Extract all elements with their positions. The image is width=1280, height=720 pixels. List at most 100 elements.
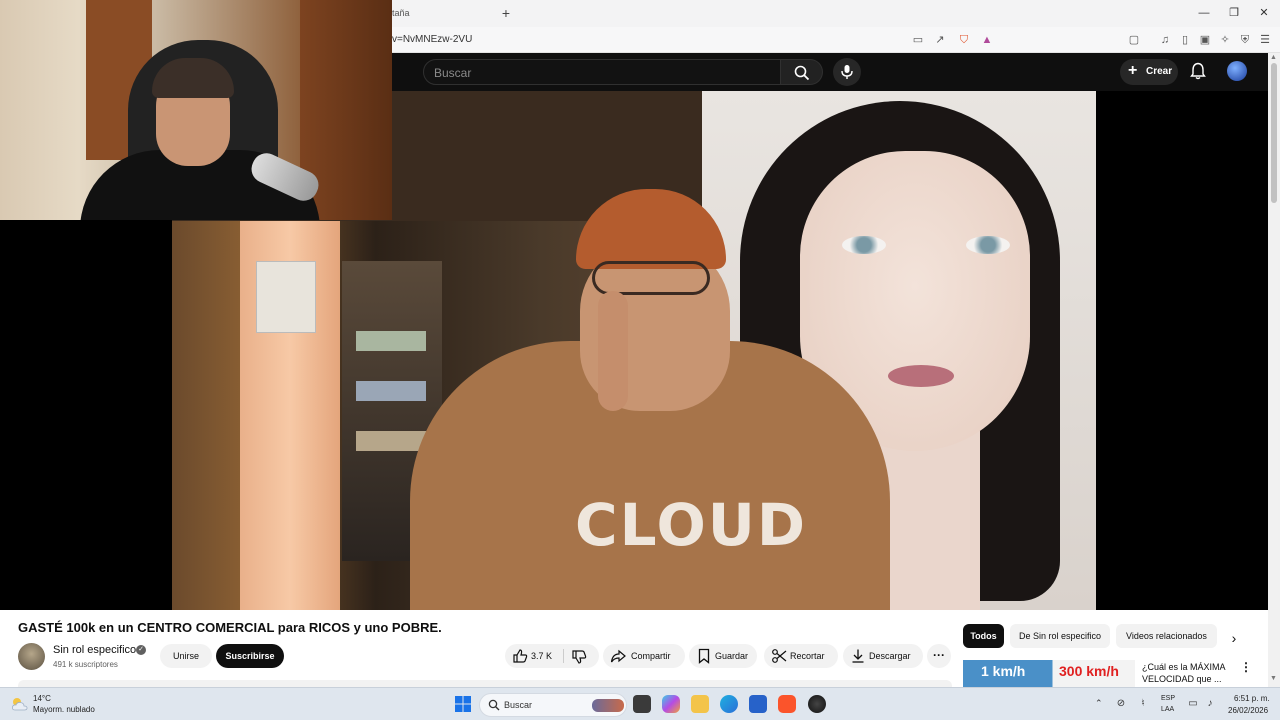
bookmark-icon [698,648,710,664]
search-icon [794,65,810,81]
voice-search-button[interactable] [833,58,861,86]
download-button[interactable]: Descargar [843,644,923,668]
url-field[interactable]: v=NvMNEzw-2VU [392,34,472,45]
microphone-tray-icon[interactable]: ♮ [1136,697,1150,711]
shop-shelf [356,431,426,451]
scrollbar-thumb[interactable] [1271,63,1277,203]
copilot-icon[interactable] [662,695,680,713]
obs-studio-icon[interactable] [808,695,826,713]
notifications-button[interactable] [1187,60,1209,84]
like-divider [563,649,564,663]
share-button[interactable]: Compartir [603,644,685,668]
clock-time[interactable]: 6:51 p. m. [1234,694,1270,703]
thumbs-down-icon[interactable] [571,649,587,665]
brave-shield-icon[interactable]: ⛉ [956,32,972,48]
person-glasses [592,261,710,295]
cast-icon[interactable]: ▭ [910,32,926,48]
scissors-icon [772,649,787,663]
taskbar-search-label: Buscar [504,700,533,710]
poster-eye [966,236,1010,254]
leo-ai-icon[interactable]: ✧ [1217,32,1233,48]
join-button[interactable]: Unirse [160,644,212,668]
display-icon[interactable]: ▭ [1186,697,1200,711]
plus-icon: + [1128,62,1138,79]
save-label: Guardar [715,651,749,661]
subscribe-button[interactable]: Suscribirse [216,644,284,668]
vpn-icon[interactable]: ⛨ [1237,32,1253,48]
channel-avatar[interactable] [18,643,45,670]
chip-from-channel[interactable]: De Sin rol especifico [1010,624,1110,648]
chip-related-videos[interactable]: Videos relacionados [1116,624,1217,648]
scroll-up-arrow-icon[interactable]: ▲ [1270,54,1277,61]
channel-name[interactable]: Sin rol especifico [53,644,136,656]
like-count[interactable]: 3.7 K [531,651,552,661]
taskbar-search[interactable]: Buscar [479,693,627,717]
person-finger [598,291,628,411]
kebab-menu-icon[interactable]: ⋮ [1240,660,1252,676]
file-explorer-icon[interactable] [691,695,709,713]
more-dots-icon: ··· [933,648,945,662]
thumbs-up-icon[interactable] [512,648,528,664]
hoodie-logo-text: CLOUD [575,491,808,559]
security-sign [256,261,316,333]
poster-eye [842,236,886,254]
scroll-down-arrow-icon[interactable]: ▼ [1270,675,1277,682]
browser-tab-title[interactable]: taña [392,8,410,18]
weather-description[interactable]: Mayorm. nublado [33,705,95,714]
keyboard-layout[interactable]: LAA [1161,706,1174,713]
video-info-section: GASTÉ 100k en un CENTRO COMERCIAL para R… [0,610,1268,687]
webcam-overlay [0,0,392,220]
edge-browser-icon[interactable] [720,695,738,713]
new-tab-button[interactable]: + [498,4,514,22]
minimize-button[interactable]: — [1189,4,1219,22]
windows-start-icon[interactable] [455,696,471,712]
microsoft-store-icon[interactable] [749,695,767,713]
sidebar-icon[interactable]: ▯ [1177,32,1193,48]
brave-rewards-icon[interactable]: ▲ [979,32,995,48]
description-box[interactable] [18,680,952,687]
weather-temperature[interactable]: 14°C [33,694,51,703]
restore-button[interactable]: ❐ [1219,4,1249,22]
verified-icon: ✓ [136,645,146,655]
video-title: GASTÉ 100k en un CENTRO COMERCIAL para R… [18,620,442,635]
clock-date[interactable]: 26/02/2026 [1228,706,1268,715]
microphone-icon [841,65,853,79]
more-actions-button[interactable]: ··· [927,644,951,668]
download-label: Descargar [869,651,911,661]
create-label: Crear [1146,66,1173,77]
shop-shelf [356,331,426,351]
task-view-icon[interactable] [633,695,651,713]
share-icon [610,649,626,663]
windows-taskbar: 14°C Mayorm. nublado Buscar ⌃ ⊘ ♮ ESP LA… [0,687,1280,720]
search-icon [488,699,500,711]
create-button[interactable]: + Crear [1120,59,1178,85]
volume-icon[interactable]: ♪ [1203,697,1217,711]
download-icon [852,649,864,663]
language-code[interactable]: ESP [1161,695,1175,702]
poster-lips [888,365,954,387]
search-button[interactable] [781,59,823,85]
subscriber-count: 491 k suscriptores [53,660,118,669]
chip-all[interactable]: Todos [963,624,1004,648]
thumbnail-text-left: 1 km/h [981,663,1026,679]
related-video-title[interactable]: ¿Cuál es la MÁXIMA VELOCIDAD que ... [1142,661,1234,685]
weather-cloud-icon[interactable] [10,696,30,712]
related-video-thumbnail[interactable]: 1 km/h 300 km/h [963,660,1135,687]
share-page-icon[interactable]: ↗ [932,32,948,48]
close-window-button[interactable]: ✕ [1249,4,1279,22]
menu-icon[interactable]: ☰ [1257,32,1273,48]
profile-avatar[interactable] [1227,61,1247,81]
share-label: Compartir [631,651,671,661]
show-hidden-icons-icon[interactable]: ⌃ [1095,698,1103,709]
chevron-right-icon[interactable]: › [1224,628,1244,648]
clip-button[interactable]: Recortar [764,644,838,668]
media-icon[interactable]: ♫ [1157,32,1173,48]
page-scrollbar[interactable]: ▲ ▼ [1268,53,1280,687]
brave-browser-icon[interactable] [778,695,796,713]
save-button[interactable]: Guardar [689,644,757,668]
like-dislike-group: 3.7 K [505,644,599,668]
network-off-icon[interactable]: ⊘ [1114,697,1128,711]
wallet-icon[interactable]: ▣ [1197,32,1213,48]
search-input[interactable] [434,64,764,81]
reading-list-icon[interactable]: ▢ [1126,32,1142,48]
